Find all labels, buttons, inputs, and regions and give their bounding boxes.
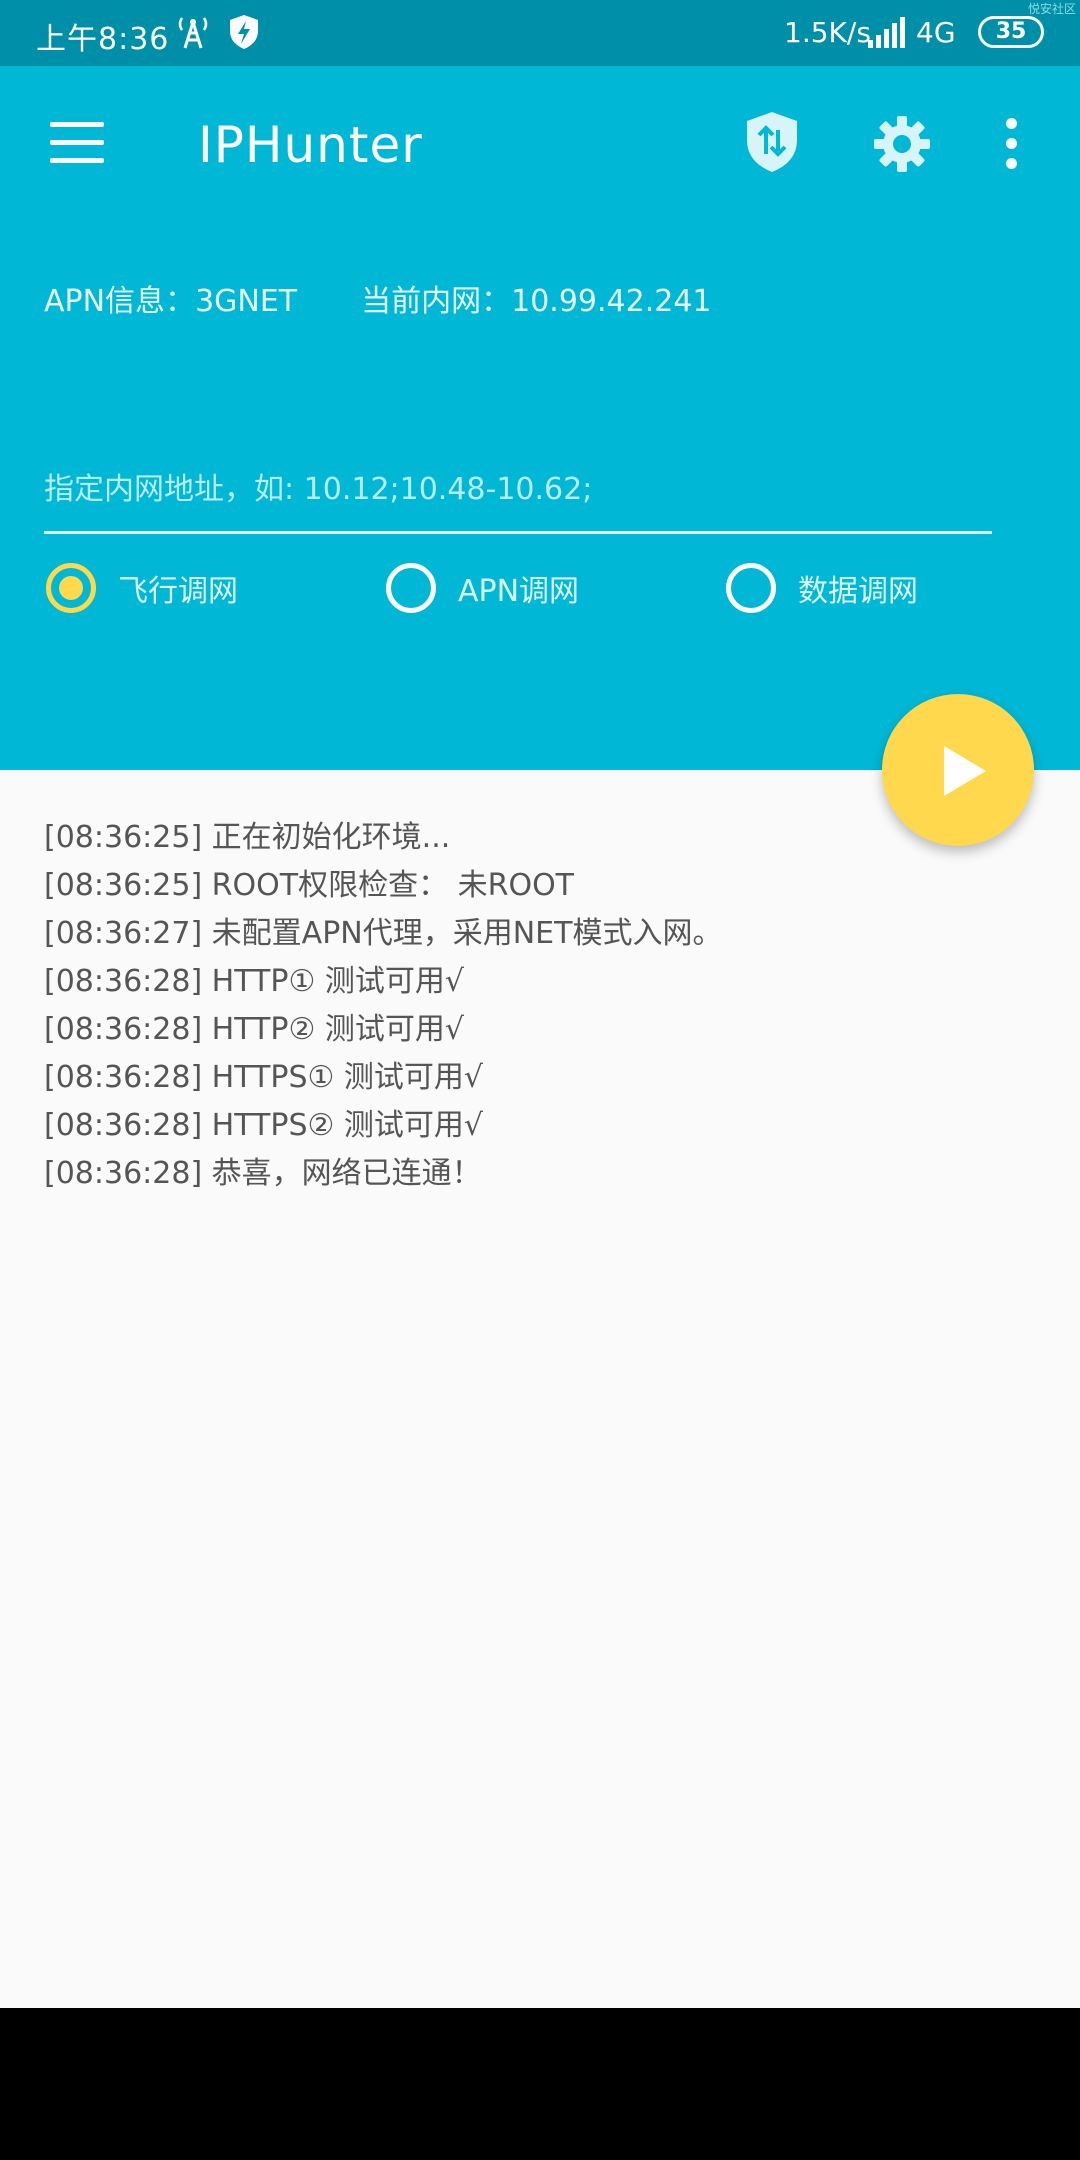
shield-transfer-icon[interactable] — [744, 110, 800, 174]
apn-value: 3GNET — [195, 284, 298, 319]
log-line: [08:36:28] HTTPS② 测试可用√ — [44, 1108, 484, 1143]
app-header: IPHunter APN信息：3GNET 当前内网：10.99.42.241 指… — [0, 66, 1080, 770]
signal-strength-icon — [868, 17, 905, 48]
system-nav-bar — [0, 2008, 1080, 2160]
page-title: IPHunter — [198, 116, 423, 174]
net-speed: 1.5K/s — [784, 16, 871, 49]
shield-bolt-icon — [230, 15, 258, 49]
radio-unchecked-icon — [726, 563, 776, 613]
start-button[interactable] — [882, 694, 1034, 846]
log-line: [08:36:28] HTTP① 测试可用√ — [44, 964, 464, 999]
radio-label: APN调网 — [458, 574, 580, 609]
log-line: [08:36:25] ROOT权限检查： 未ROOT — [44, 868, 575, 903]
radio-airplane-mode[interactable]: 飞行调网 — [46, 560, 238, 616]
log-output: [08:36:25] 正在初始化环境... [08:36:25] ROOT权限检… — [44, 814, 722, 1198]
intranet-value: 10.99.42.241 — [511, 284, 712, 319]
log-line: [08:36:28] HTTPS① 测试可用√ — [44, 1060, 484, 1095]
radio-label: 飞行调网 — [118, 574, 238, 609]
apn-info-row: APN信息：3GNET 当前内网：10.99.42.241 — [44, 276, 712, 320]
hotspot-tower-icon — [178, 17, 208, 49]
radio-label: 数据调网 — [798, 574, 918, 609]
radio-checked-icon — [46, 563, 96, 613]
app-screen: 上午8:36 1.5K/s 4G 35 悦安社区 IPHunter APN信息：… — [0, 0, 1080, 2160]
watermark-text: 悦安社区 — [1027, 2, 1076, 16]
network-type: 4G — [916, 16, 956, 49]
menu-icon[interactable] — [50, 122, 104, 164]
radio-data-mode[interactable]: 数据调网 — [726, 560, 918, 616]
radio-unchecked-icon — [386, 563, 436, 613]
radio-apn-mode[interactable]: APN调网 — [386, 560, 579, 616]
log-line: [08:36:27] 未配置APN代理，采用NET模式入网。 — [44, 916, 723, 951]
battery-indicator: 35 — [978, 16, 1044, 48]
log-line: [08:36:28] HTTP② 测试可用√ — [44, 1012, 464, 1047]
intranet-label: 当前内网： — [361, 284, 512, 319]
status-time: 上午8:36 — [36, 22, 170, 57]
more-vert-icon[interactable] — [1006, 118, 1017, 170]
play-icon — [944, 746, 986, 796]
intranet-address-input[interactable] — [44, 448, 992, 534]
gear-icon[interactable] — [872, 114, 932, 174]
log-line: [08:36:28] 恭喜，网络已连通！ — [44, 1156, 482, 1191]
status-bar: 上午8:36 1.5K/s 4G 35 悦安社区 — [0, 0, 1080, 66]
log-line: [08:36:25] 正在初始化环境... — [44, 820, 451, 855]
apn-label: APN信息： — [44, 284, 196, 319]
